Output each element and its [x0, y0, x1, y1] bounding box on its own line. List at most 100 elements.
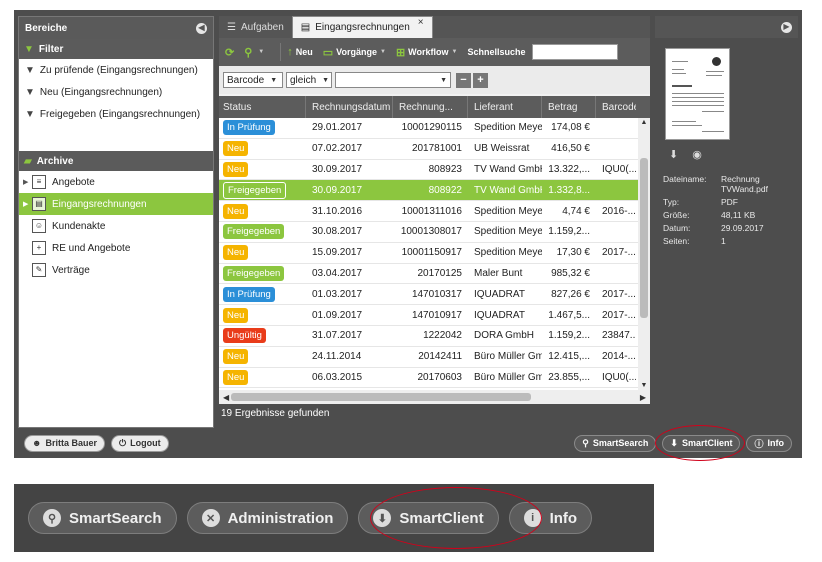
column-header-amount[interactable]: Betrag: [542, 96, 596, 118]
supplier-cell: TV Wand GmbH: [474, 163, 542, 175]
column-header-date[interactable]: Rechnungsdatum: [306, 96, 393, 118]
scroll-right-icon[interactable]: ▶: [640, 393, 646, 402]
filter-item[interactable]: ▼ Zu prüfende (Eingangsrechnungen): [19, 59, 213, 81]
table-row[interactable]: Freigegeben 03.04.2017 20170125 Maler Bunt 9…: [219, 263, 650, 285]
search-icon: ⚲: [43, 509, 61, 527]
table-row[interactable]: Neu 15.09.2017 10001150917 Spedition Meyer 1…: [219, 242, 650, 264]
filter-item[interactable]: ▼ Freigegeben (Eingangsrechnungen): [19, 103, 213, 125]
quicksearch-input[interactable]: [531, 44, 618, 60]
expand-icon[interactable]: ▶: [23, 178, 32, 186]
status-cell: Neu: [219, 307, 306, 323]
close-tab-icon[interactable]: ×: [418, 17, 424, 28]
new-button[interactable]: ↑ Neu: [287, 46, 313, 58]
status-cell: Neu: [219, 161, 306, 177]
search-dropdown[interactable]: ⚲ ▼: [244, 46, 264, 59]
supplier-cell: Spedition Meyer: [474, 226, 542, 238]
workflow-button[interactable]: ⊞ Workflow ▼: [396, 46, 458, 59]
filter-item[interactable]: ▼ Neu (Eingangsrechnungen): [19, 81, 213, 103]
column-header-number[interactable]: Rechnung...: [393, 96, 468, 118]
toolbar: ⟳ ⚲ ▼ ↑ Neu ▭ Vorgänge ▼ ⊞ Workflow ▼ Schnells…: [219, 38, 650, 66]
number-cell: 10001150917: [401, 247, 462, 259]
barcode-cell: 2016-...: [602, 205, 636, 217]
tab-eingangsrechnungen[interactable]: ▤ Eingangsrechnungen ×: [291, 16, 433, 38]
archive-item[interactable]: ✎ Verträge: [19, 259, 213, 281]
workflow-icon: ⊞: [395, 46, 406, 59]
table-row[interactable]: Neu 07.02.2017 201781001 UB Weissrat 416,50 …: [219, 138, 650, 160]
meta-key: Dateiname:: [663, 174, 707, 184]
date-cell: 30.09.2017: [312, 184, 363, 196]
date-cell: 01.09.2017: [312, 309, 363, 321]
status-cell: Neu: [219, 203, 306, 219]
refresh-icon[interactable]: ⟳: [225, 46, 234, 59]
meta-row: Seiten: 1: [663, 236, 791, 246]
archive-item[interactable]: ▶ ▤ Eingangsrechnungen: [19, 193, 213, 215]
highlight-ring: [370, 487, 542, 549]
operator-select[interactable]: gleich ▼: [286, 72, 332, 88]
horizontal-scrollbar[interactable]: ◀ ▶: [219, 390, 650, 404]
scroll-left-icon[interactable]: ◀: [223, 393, 229, 402]
invoice-icon: ▤: [32, 197, 46, 211]
meta-key: Seiten:: [663, 236, 690, 246]
table-row[interactable]: Ungültig 31.07.2017 1222042 DORA GmbH 1.159,…: [219, 325, 650, 347]
zoom-administration-button[interactable]: ✕ Administration: [186, 502, 349, 534]
scrollbar-thumb[interactable]: [640, 158, 648, 318]
info-button[interactable]: ⓘ Info: [746, 434, 792, 452]
scroll-up-icon[interactable]: ▲: [638, 119, 650, 126]
new-label: Neu: [295, 47, 313, 57]
expand-icon[interactable]: ▶: [23, 200, 32, 208]
list-icon: ▤: [300, 22, 311, 33]
column-header-supplier[interactable]: Lieferant: [468, 96, 542, 118]
scroll-down-icon[interactable]: ▼: [638, 382, 650, 389]
archive-item[interactable]: ▶ ≡ Angebote: [19, 171, 213, 193]
filter-header[interactable]: ▼ Filter: [19, 39, 213, 59]
vertical-scrollbar[interactable]: ▲ ▼: [638, 118, 650, 390]
search-icon: ⚲: [582, 437, 589, 448]
table-row[interactable]: Neu 31.10.2016 10001311016 Spedition Meyer 4…: [219, 201, 650, 222]
info-label: Info: [767, 438, 785, 448]
table-row[interactable]: In Prüfung 29.01.2017 10001290115 Spedition…: [219, 118, 650, 139]
collapse-right-icon[interactable]: ▶: [781, 21, 792, 33]
download-icon[interactable]: ⬇: [669, 148, 678, 161]
date-cell: 03.04.2017: [312, 267, 363, 279]
processes-button[interactable]: ▭ Vorgänge ▼: [323, 46, 386, 59]
tab-aufgaben[interactable]: ☰ Aufgaben: [219, 16, 292, 38]
add-filter-button[interactable]: +: [473, 72, 488, 88]
supplier-cell: DORA GmbH: [474, 330, 535, 342]
value-select[interactable]: ▼: [335, 72, 451, 88]
archive-header[interactable]: ▰ Archive: [19, 151, 213, 171]
table-row[interactable]: In Prüfung 01.03.2017 147010317 IQUADRAT 827…: [219, 284, 650, 306]
archive-item-label: Angebote: [52, 176, 95, 188]
smartsearch-button[interactable]: ⚲ SmartSearch: [574, 434, 657, 452]
document-meta: Dateiname: Rechnung TVWand.pdf Typ: PDF Größ…: [663, 174, 791, 249]
date-cell: 31.10.2016: [312, 205, 363, 217]
zoom-smartsearch-button[interactable]: ⚲ SmartSearch: [28, 502, 177, 534]
archive-item[interactable]: ☺ Kundenakte: [19, 215, 213, 237]
amount-cell: 985,32 €: [551, 267, 590, 279]
table-row[interactable]: Freigegeben 30.09.2017 808922 TV Wand GmbH 1…: [219, 180, 650, 202]
field-select[interactable]: Barcode ▼: [223, 72, 283, 88]
table-row[interactable]: Freigegeben 30.08.2017 10001308017 Speditio…: [219, 221, 650, 243]
supplier-cell: IQUADRAT: [474, 309, 525, 321]
user-icon: ☻: [32, 438, 42, 448]
collapse-left-icon[interactable]: ◀: [196, 22, 207, 34]
table-row[interactable]: Neu 30.09.2017 808923 TV Wand GmbH 13.322,..…: [219, 159, 650, 181]
logout-button[interactable]: ⏻ Logout: [111, 434, 169, 452]
amount-cell: 1.159,2...: [548, 226, 590, 238]
archive-item[interactable]: + RE und Angebote: [19, 237, 213, 259]
table-row[interactable]: Neu 24.11.2014 20142411 Büro Müller GmbH 12.…: [219, 346, 650, 368]
number-cell: 1222042: [423, 330, 462, 342]
column-header-barcode[interactable]: Barcode: [596, 96, 636, 118]
meta-row: Größe: 48,11 KB: [663, 210, 791, 220]
thumbnail-actions: ⬇ ◉: [669, 148, 702, 161]
application-window: Bereiche ◀ ▼ Filter ▼ Zu prüfende (Eingan…: [14, 10, 802, 458]
document-thumbnail[interactable]: [665, 48, 730, 140]
remove-filter-button[interactable]: −: [456, 72, 471, 88]
user-button[interactable]: ☻ Britta Bauer: [24, 434, 105, 452]
status-cell: Freigegeben: [219, 224, 306, 240]
scrollbar-thumb[interactable]: [231, 393, 531, 401]
quicksearch-label: Schnellsuche: [467, 47, 526, 57]
table-row[interactable]: Neu 01.09.2017 147010917 IQUADRAT 1.467,5...…: [219, 305, 650, 326]
column-header-status[interactable]: Status: [219, 96, 306, 118]
table-row[interactable]: Neu 06.03.2015 20170603 Büro Müller GmbH 23.…: [219, 367, 650, 389]
view-icon[interactable]: ◉: [692, 148, 702, 161]
